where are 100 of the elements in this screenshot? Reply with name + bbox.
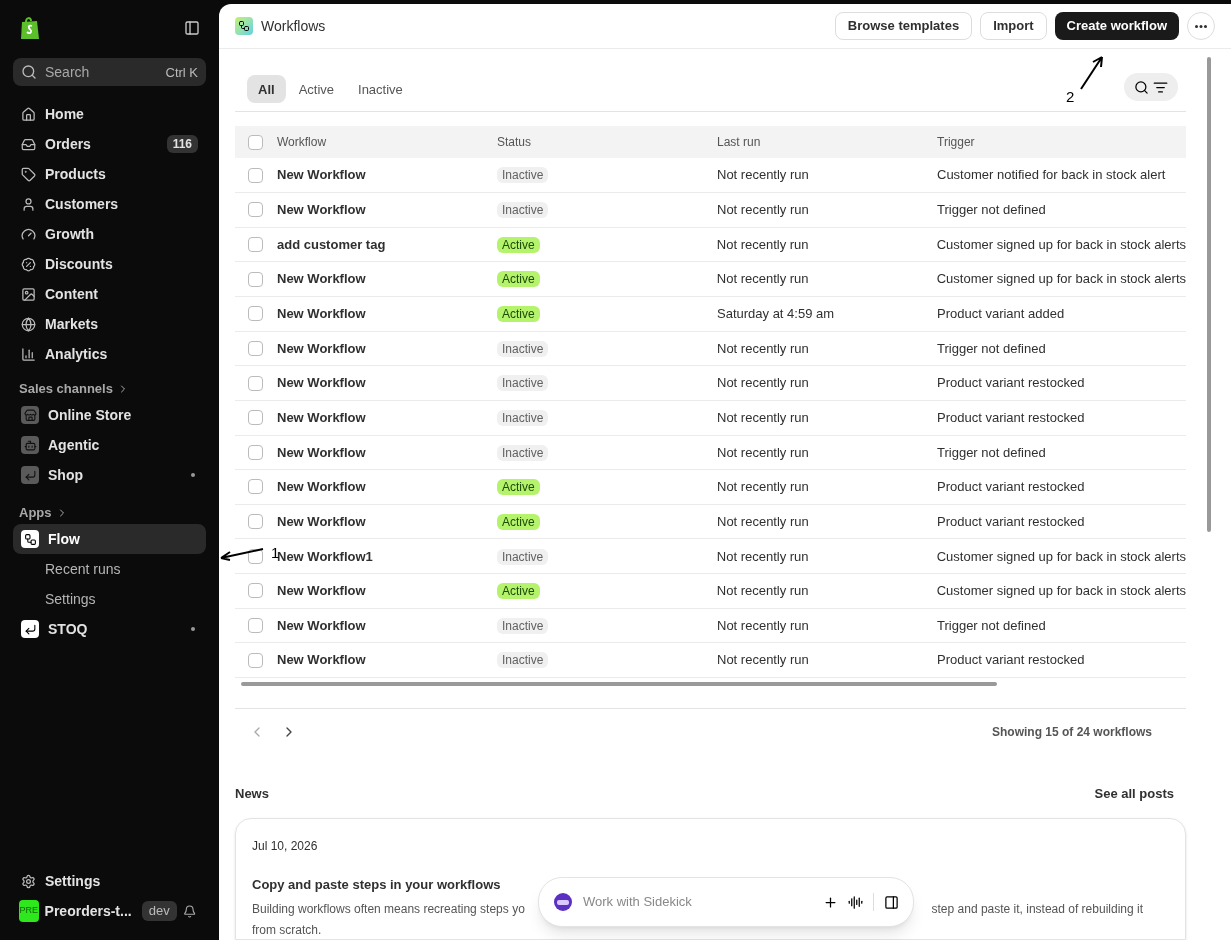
workflow-name[interactable]: New Workflow1 [277,546,497,566]
workflow-name[interactable]: New Workflow [277,650,497,670]
nav-item[interactable]: Orders 116 [13,129,206,159]
home-icon [21,106,36,122]
trigger-cell-text: Trigger not defined [937,201,1046,220]
store-avatar[interactable]: PRE [19,900,39,922]
inbox-icon [21,136,36,152]
nav-subitem[interactable]: Recent runs [13,554,206,584]
header-button[interactable]: Create workflow [1054,12,1179,41]
discount-icon [21,256,36,272]
section-heading[interactable]: Apps [13,502,206,524]
trigger-cell-text: Product variant restocked [937,651,1085,670]
nav-item[interactable]: Shop [13,460,206,490]
last-run-cell-text: Not recently run [717,339,810,358]
mascot-icon [553,892,573,912]
row-checkbox[interactable] [248,340,263,356]
workflow-name[interactable]: New Workflow [277,373,497,393]
add-icon[interactable] [823,894,838,910]
last-run-cell-text: Not recently run [717,166,810,185]
row-checkbox[interactable] [248,306,263,322]
row-checkbox[interactable] [248,167,263,183]
search-filter-button[interactable] [1124,73,1178,102]
workflow-name[interactable]: New Workflow [277,581,497,601]
workflow-name[interactable]: New Workflow [277,407,497,428]
last-run-cell-text: Not recently run [717,201,810,220]
row-checkbox[interactable] [248,618,263,634]
filter-tab[interactable]: Active [287,75,346,104]
trigger-cell-text: Trigger not defined [937,339,1046,358]
row-checkbox[interactable] [248,444,263,460]
status-badge: Active [496,236,540,253]
last-run-cell-text: Not recently run [717,443,810,462]
panel-icon[interactable] [884,894,899,910]
nav-subitem[interactable]: Settings [13,584,206,614]
nav-item[interactable]: Settings [13,866,206,896]
workflow-name[interactable]: New Workflow [277,304,497,324]
workflow-name[interactable]: add customer tag [277,234,497,255]
workflow-name[interactable]: New Workflow [277,442,497,463]
filter-tab[interactable]: All [247,75,286,104]
nav-item[interactable]: Home [13,99,206,129]
status-badge: Inactive [497,202,549,219]
nav-item[interactable]: STOQ [13,614,206,644]
row-checkbox[interactable] [248,375,263,391]
vertical-scrollbar[interactable] [1206,57,1211,533]
nav-item[interactable]: Flow [13,524,206,554]
status-badge: Active [496,271,540,288]
trigger-cell-text: Trigger not defined [937,616,1046,635]
last-run-cell-text: Not recently run [717,374,810,393]
row-checkbox[interactable] [248,271,263,287]
row-checkbox[interactable] [248,652,263,668]
shortcut-hint: Ctrl K [165,64,198,82]
workflow-name[interactable]: New Workflow [277,511,497,532]
nav-item[interactable]: Agentic [13,430,206,460]
trigger-cell-text: Product variant added [937,305,1065,323]
nav-item[interactable]: Content [13,279,206,309]
last-run-cell-text: Not recently run [716,582,810,601]
bell-icon[interactable] [182,903,196,919]
trigger-cell-text: Product variant restocked [937,408,1085,427]
workflow-name[interactable]: New Workflow [277,338,497,359]
workflow-name[interactable]: New Workflow [277,269,497,289]
header-button[interactable]: Import [980,12,1047,41]
nav-item[interactable]: Discounts [13,249,206,279]
voice-icon[interactable] [848,894,863,910]
nav-item[interactable]: Growth [13,219,206,249]
more-icon [1195,24,1207,28]
status-badge: Active [496,583,540,600]
workflow-name[interactable]: New Workflow [277,165,497,185]
row-checkbox[interactable] [248,583,263,599]
workflow-name[interactable]: New Workflow [277,615,497,636]
workflow-name[interactable]: New Workflow [277,200,497,220]
store-name[interactable]: Preorders-t... [44,900,132,922]
last-run-cell-text: Not recently run [716,547,810,566]
row-checkbox[interactable] [248,410,263,426]
nav-item[interactable]: Markets [13,309,206,339]
see-all-posts-link[interactable]: See all posts [1094,784,1174,804]
nav-item[interactable]: Products [13,159,206,189]
row-checkbox[interactable] [248,514,263,530]
column-header: Last run [717,134,762,152]
person-icon [21,196,36,212]
arrow-annotation [219,546,265,561]
nav-item[interactable]: Customers [13,189,206,219]
row-checkbox[interactable] [248,237,263,252]
section-heading[interactable]: Sales channels [13,378,206,400]
nav-item[interactable]: Analytics [13,339,206,369]
app-icon [21,406,39,424]
settings-icon [21,873,36,889]
workflow-name[interactable]: New Workflow [277,477,497,497]
post-title: Copy and paste steps in your workflows [252,875,502,894]
app-icon [21,620,39,638]
row-checkbox[interactable] [248,202,263,218]
horizontal-scrollbar[interactable] [241,682,997,686]
bar-chart-icon [21,346,36,362]
nav-item[interactable]: Online Store [13,400,206,430]
select-all-checkbox[interactable] [248,134,263,150]
header-button[interactable]: Browse templates [834,12,973,41]
status-badge: Active [497,479,540,496]
row-checkbox[interactable] [248,479,263,495]
sidebar-toggle-icon[interactable] [184,20,200,36]
gauge-icon [21,226,36,242]
filter-tab[interactable]: Inactive [347,75,414,104]
sidekick-input[interactable]: Work with Sidekick [583,892,813,912]
